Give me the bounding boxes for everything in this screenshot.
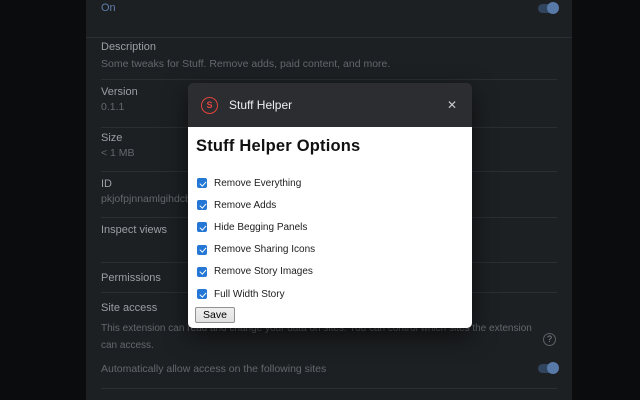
divider bbox=[101, 388, 557, 389]
dialog-header: S Stuff Helper ✕ bbox=[188, 83, 472, 127]
auto-allow-toggle[interactable] bbox=[538, 364, 558, 373]
extension-icon: S bbox=[201, 97, 218, 114]
size-value: < 1 MB bbox=[101, 147, 135, 160]
checkmark-icon bbox=[199, 179, 206, 186]
options-dialog: S Stuff Helper ✕ Stuff Helper Options Re… bbox=[188, 83, 472, 328]
option-row: Full Width Story bbox=[197, 283, 315, 305]
dialog-title: Stuff Helper bbox=[229, 98, 292, 112]
checkbox-full-width-story[interactable] bbox=[197, 289, 207, 299]
version-value: 0.1.1 bbox=[101, 101, 124, 114]
divider bbox=[86, 37, 572, 38]
divider bbox=[101, 79, 557, 80]
checkmark-icon bbox=[199, 246, 206, 253]
inspect-views-label: Inspect views bbox=[101, 224, 167, 237]
option-label: Remove Everything bbox=[214, 178, 301, 189]
option-row: Remove Adds bbox=[197, 194, 315, 216]
option-row: Remove Sharing Icons bbox=[197, 239, 315, 261]
options-list: Remove Everything Remove Adds Hide Beggi… bbox=[197, 172, 315, 305]
checkmark-icon bbox=[199, 268, 206, 275]
dialog-body: Stuff Helper Options Remove Everything R… bbox=[188, 127, 472, 328]
save-button[interactable]: Save bbox=[195, 307, 235, 323]
auto-allow-label: Automatically allow access on the follow… bbox=[101, 363, 326, 376]
checkbox-remove-everything[interactable] bbox=[197, 178, 207, 188]
permissions-label: Permissions bbox=[101, 272, 161, 285]
option-label: Remove Story Images bbox=[214, 266, 313, 277]
checkbox-remove-sharing-icons[interactable] bbox=[197, 245, 207, 255]
option-label: Full Width Story bbox=[214, 289, 285, 300]
description-value: Some tweaks for Stuff. Remove adds, paid… bbox=[101, 58, 390, 71]
version-label: Version bbox=[101, 86, 138, 99]
extension-enabled-toggle[interactable] bbox=[538, 4, 558, 13]
size-label: Size bbox=[101, 132, 122, 145]
toggle-knob bbox=[547, 362, 559, 374]
checkbox-hide-begging-panels[interactable] bbox=[197, 222, 207, 232]
checkmark-icon bbox=[199, 224, 206, 231]
toggle-knob bbox=[547, 2, 559, 14]
checkbox-remove-adds[interactable] bbox=[197, 200, 207, 210]
option-label: Remove Sharing Icons bbox=[214, 244, 315, 255]
option-label: Remove Adds bbox=[214, 200, 276, 211]
description-label: Description bbox=[101, 41, 156, 54]
option-row: Remove Everything bbox=[197, 172, 315, 194]
help-icon[interactable]: ? bbox=[543, 333, 556, 346]
checkmark-icon bbox=[199, 290, 206, 297]
id-label: ID bbox=[101, 178, 112, 191]
options-heading: Stuff Helper Options bbox=[196, 137, 360, 156]
enabled-state-label: On bbox=[101, 2, 116, 15]
option-label: Hide Begging Panels bbox=[214, 222, 307, 233]
option-row: Remove Story Images bbox=[197, 261, 315, 283]
checkmark-icon bbox=[199, 201, 206, 208]
id-value: pkjofpjnnamlgihdcbi bbox=[101, 193, 193, 206]
close-icon[interactable]: ✕ bbox=[445, 97, 459, 113]
option-row: Hide Begging Panels bbox=[197, 216, 315, 238]
checkbox-remove-story-images[interactable] bbox=[197, 267, 207, 277]
site-access-label: Site access bbox=[101, 302, 157, 315]
